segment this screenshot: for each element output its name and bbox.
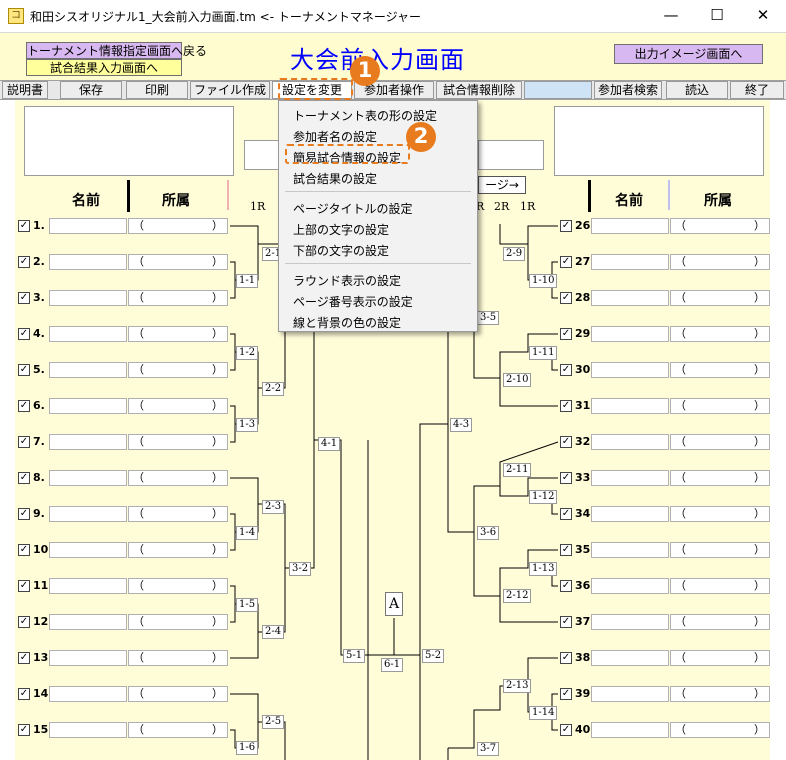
menu-item-lower-text[interactable]: 下部の文字の設定 [293, 242, 389, 259]
settings-dropdown-menu: トーナメント表の形の設定 参加者名の設定 簡易試合情報の設定 試合結果の設定 ペ… [278, 100, 478, 332]
match-label: 2-5 [262, 715, 285, 729]
match-label: 4-3 [450, 418, 473, 432]
callout-number-2: 2 [406, 122, 436, 152]
menu-item-tournament-shape[interactable]: トーナメント表の形の設定 [293, 107, 437, 124]
match-label: 1-12 [529, 490, 558, 504]
match-label: 1-1 [236, 274, 259, 288]
match-label: 4-1 [318, 437, 341, 451]
menu-separator [285, 263, 471, 264]
match-label: 1-11 [529, 346, 558, 360]
match-label: 1-5 [236, 598, 259, 612]
match-label: 1-10 [529, 274, 558, 288]
match-label: 2-2 [262, 382, 285, 396]
match-label: 6-1 [381, 658, 404, 672]
highlight-simple-match-info [285, 144, 410, 164]
match-label: 3-6 [477, 526, 500, 540]
match-label: 1-6 [236, 741, 259, 755]
match-label: 2-12 [503, 589, 532, 603]
match-label: 2-13 [503, 679, 532, 693]
match-label: 5-2 [422, 649, 445, 663]
match-label: 1-3 [236, 418, 259, 432]
match-label: 2-3 [262, 500, 285, 514]
match-label: 1-2 [236, 346, 259, 360]
match-label: 3-7 [477, 742, 500, 756]
menu-item-match-result[interactable]: 試合結果の設定 [293, 170, 377, 187]
match-label: 2-11 [503, 463, 532, 477]
match-label: 2-10 [503, 373, 532, 387]
menu-item-participant-name[interactable]: 参加者名の設定 [293, 128, 377, 145]
highlight-settings-button [278, 78, 353, 100]
match-label: 1-4 [236, 526, 259, 540]
match-label: 1-14 [529, 706, 558, 720]
menu-item-round-display[interactable]: ラウンド表示の設定 [293, 272, 401, 289]
match-label: 3-5 [477, 311, 500, 325]
menu-separator [285, 191, 471, 192]
match-label: 3-2 [289, 562, 312, 576]
menu-item-line-bg-color[interactable]: 線と背景の色の設定 [293, 314, 401, 331]
final-mark: A [385, 592, 403, 616]
match-label: 5-1 [343, 649, 366, 663]
menu-item-upper-text[interactable]: 上部の文字の設定 [293, 221, 389, 238]
match-label: 2-9 [503, 247, 526, 261]
callout-number-1: 1 [350, 56, 380, 86]
menu-item-page-number-display[interactable]: ページ番号表示の設定 [293, 293, 413, 310]
match-label: 2-4 [262, 625, 285, 639]
match-label: 1-13 [529, 562, 558, 576]
menu-item-page-title[interactable]: ページタイトルの設定 [293, 200, 413, 217]
